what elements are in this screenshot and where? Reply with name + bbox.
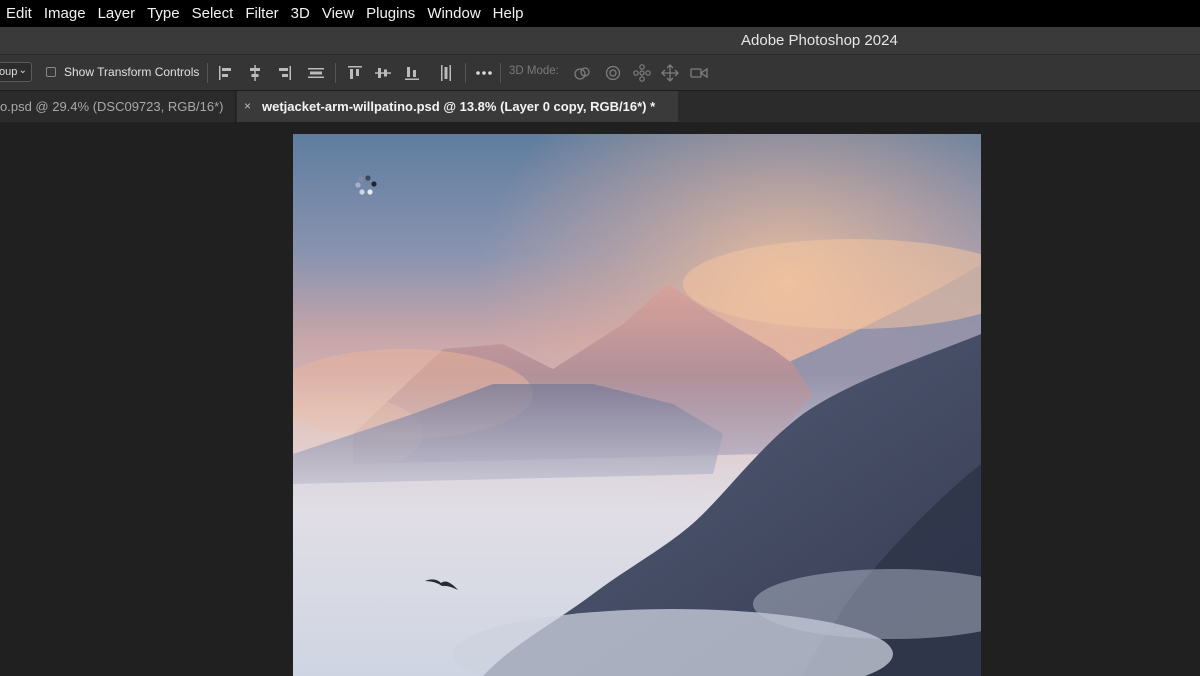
toolbar-divider (500, 63, 501, 83)
auto-select-dropdown[interactable]: oup ⌄ (0, 62, 32, 82)
toolbar-divider (207, 63, 208, 83)
menu-view[interactable]: View (322, 0, 366, 27)
menu-select[interactable]: Select (192, 0, 246, 27)
loading-spinner-icon (355, 175, 377, 195)
slide-3d-icon[interactable] (660, 63, 680, 83)
menu-3d[interactable]: 3D (291, 0, 322, 27)
3d-mode-label: 3D Mode: (509, 65, 559, 77)
toolbar-divider (465, 63, 466, 83)
menu-plugins[interactable]: Plugins (366, 0, 427, 27)
menu-filter[interactable]: Filter (245, 0, 290, 27)
menu-type[interactable]: Type (147, 0, 192, 27)
orbit-3d-icon[interactable] (572, 63, 592, 83)
scale-3d-icon[interactable] (689, 63, 709, 83)
show-transform-label: Show Transform Controls (64, 65, 200, 79)
title-bar: Adobe Photoshop 2024 (0, 27, 1200, 55)
pan-3d-icon[interactable] (632, 63, 652, 83)
align-bottom-edges-icon[interactable] (402, 63, 422, 83)
close-icon[interactable]: × (244, 91, 251, 122)
menu-edit[interactable]: Edit (0, 0, 44, 27)
align-top-edges-icon[interactable] (345, 63, 365, 83)
tab-document-2[interactable]: × wetjacket-arm-willpatino.psd @ 13.8% (… (237, 91, 678, 122)
document-canvas[interactable] (293, 134, 981, 676)
align-left-edges-icon[interactable] (216, 63, 236, 83)
tab-label: wetjacket-arm-willpatino.psd @ 13.8% (La… (262, 99, 656, 114)
show-transform-checkbox[interactable] (46, 67, 56, 77)
document-tab-bar: o.psd @ 29.4% (DSC09723, RGB/16*) × wetj… (0, 91, 1200, 122)
roll-3d-icon[interactable] (603, 63, 623, 83)
app-title: Adobe Photoshop 2024 (741, 32, 898, 49)
tab-label: o.psd @ 29.4% (DSC09723, RGB/16*) (0, 99, 224, 114)
menu-image[interactable]: Image (44, 0, 98, 27)
chevron-down-icon: ⌄ (18, 65, 27, 76)
menu-layer[interactable]: Layer (98, 0, 148, 27)
tab-document-1[interactable]: o.psd @ 29.4% (DSC09723, RGB/16*) (0, 91, 236, 122)
distribute-vertical-icon[interactable] (436, 63, 456, 83)
toolbar-divider (335, 63, 336, 83)
distribute-horizontal-icon[interactable] (306, 63, 326, 83)
menu-bar: Edit Image Layer Type Select Filter 3D V… (0, 0, 1200, 27)
align-horizontal-centers-icon[interactable] (245, 63, 265, 83)
align-vertical-centers-icon[interactable] (373, 63, 393, 83)
options-bar: oup ⌄ Show Transform Controls 3D Mode: (0, 55, 1200, 91)
auto-select-value: oup (0, 66, 18, 78)
misty-mountain-landscape (293, 134, 981, 676)
menu-window[interactable]: Window (427, 0, 492, 27)
more-options-icon[interactable] (474, 63, 494, 83)
menu-help[interactable]: Help (493, 0, 536, 27)
align-right-edges-icon[interactable] (274, 63, 294, 83)
